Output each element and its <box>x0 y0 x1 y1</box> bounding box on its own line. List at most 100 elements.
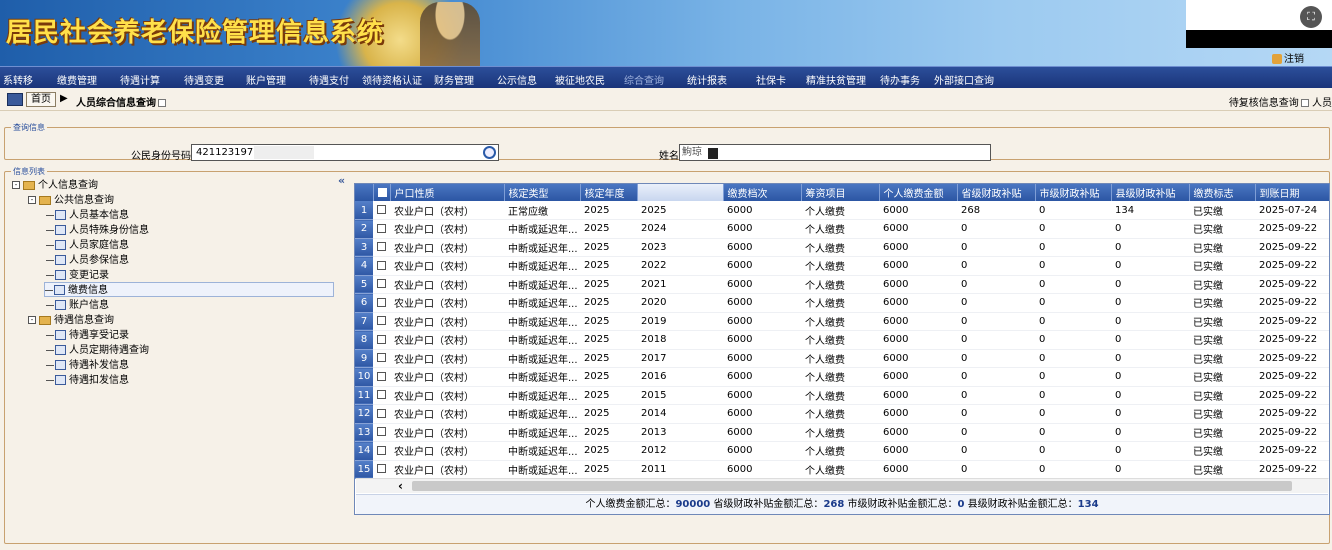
row-checkbox[interactable] <box>373 386 390 405</box>
table-row[interactable]: 1 农业户口（农村） 正常应缴 2025 2025 6000 个人缴费 6000 268 0 134… <box>355 201 1329 220</box>
tree-node-public[interactable]: - 公共信息查询 <box>28 193 114 208</box>
tree-node[interactable]: 人员基本信息 <box>46 208 129 223</box>
table-row[interactable]: 13 农业户口（农村） 中断或延迟年... 2025 2013 6000 个人缴费 6000 0… <box>355 423 1329 442</box>
column-header[interactable]: 缴费档次 <box>723 184 802 201</box>
tree-node[interactable]: 人员参保信息 <box>46 253 129 268</box>
table-row[interactable]: 11 农业户口（农村） 中断或延迟年... 2025 2015 6000 个人缴费 6000 0… <box>355 386 1329 405</box>
column-header[interactable]: 缴费标志 <box>1189 184 1256 201</box>
table-cell: 0 <box>1035 275 1111 294</box>
row-checkbox[interactable] <box>373 238 390 257</box>
home-icon[interactable] <box>7 93 23 106</box>
scrollbar-thumb[interactable] <box>412 481 1292 491</box>
dropdown-icon[interactable] <box>1300 99 1309 107</box>
column-header[interactable]: 户口性质 <box>390 184 505 201</box>
fullscreen-icon[interactable]: ⛶ <box>1300 6 1322 28</box>
table-row[interactable]: 15 农业户口（农村） 中断或延迟年... 2025 2011 6000 个人缴费 6000 0… <box>355 460 1329 479</box>
table-cell: 0 <box>1111 219 1189 239</box>
row-checkbox[interactable] <box>373 441 390 461</box>
table-cell: 6000 <box>723 441 801 461</box>
table-row[interactable]: 5 农业户口（农村） 中断或延迟年... 2025 2021 6000 个人缴费 6000 0 0… <box>355 275 1329 294</box>
column-header[interactable]: 到账日期 <box>1255 184 1329 201</box>
nav-item[interactable]: 待遇变更 <box>184 72 224 87</box>
id-input[interactable]: 421123197 <box>191 144 499 161</box>
tree-node-benefit[interactable]: - 待遇信息查询 <box>28 313 114 328</box>
column-header[interactable]: 市级财政补贴 <box>1035 184 1112 201</box>
tree-node-selected[interactable]: 缴费信息 <box>44 282 334 297</box>
table-cell: 0 <box>957 275 1035 294</box>
table-cell: 农业户口（农村） <box>390 386 504 405</box>
column-header[interactable]: 筹资项目 <box>801 184 880 201</box>
table-row[interactable]: 3 农业户口（农村） 中断或延迟年... 2025 2023 6000 个人缴费 6000 0 0… <box>355 238 1329 257</box>
table-cell: 6000 <box>723 238 801 257</box>
tree-node[interactable]: 人员定期待遇查询 <box>46 343 149 358</box>
row-checkbox[interactable] <box>373 367 390 387</box>
nav-item[interactable]: 账户管理 <box>246 72 286 87</box>
breadcrumb-right[interactable]: 待复核信息查询 人员 <box>1229 94 1332 109</box>
row-checkbox[interactable] <box>373 404 390 424</box>
tree-node[interactable]: 变更记录 <box>46 268 109 283</box>
scroll-left-icon[interactable]: ‹ <box>398 479 403 493</box>
search-icon[interactable] <box>483 146 496 159</box>
table-cell: 中断或延迟年... <box>504 423 580 442</box>
tree-node[interactable]: 待遇享受记录 <box>46 328 129 343</box>
table-cell: 2014 <box>637 404 723 424</box>
nav-item[interactable]: 统计报表 <box>687 72 727 87</box>
logout-link[interactable]: 注销 <box>1272 50 1304 65</box>
table-cell: 0 <box>1035 423 1111 442</box>
tree-node[interactable]: 待遇补发信息 <box>46 358 129 373</box>
nav-item[interactable]: 领待资格认证 <box>362 72 422 87</box>
table-row[interactable]: 2 农业户口（农村） 中断或延迟年... 2025 2024 6000 个人缴费 6000 0 0… <box>355 219 1329 239</box>
row-checkbox[interactable] <box>373 312 390 331</box>
table-cell: 正常应缴 <box>504 201 580 220</box>
nav-item[interactable]: 精准扶贫管理 <box>806 72 866 87</box>
tree-node[interactable]: 人员特殊身份信息 <box>46 223 149 238</box>
row-checkbox[interactable] <box>373 349 390 368</box>
tree-node-root[interactable]: - 个人信息查询 <box>12 178 98 193</box>
home-button[interactable]: 首页 <box>26 92 56 107</box>
row-checkbox[interactable] <box>373 275 390 294</box>
table-row[interactable]: 6 农业户口（农村） 中断或延迟年... 2025 2020 6000 个人缴费 6000 0 0… <box>355 293 1329 313</box>
nav-item[interactable]: 待办事务 <box>880 72 920 87</box>
nav-item-active[interactable]: 综合查询 <box>624 72 664 87</box>
row-checkbox[interactable] <box>373 201 390 220</box>
table-row[interactable]: 4 农业户口（农村） 中断或延迟年... 2025 2022 6000 个人缴费 6000 0 0… <box>355 256 1329 276</box>
dropdown-icon[interactable] <box>158 99 166 107</box>
row-checkbox[interactable] <box>373 219 390 239</box>
tree-node[interactable]: 人员家庭信息 <box>46 238 129 253</box>
column-header[interactable]: 县级财政补贴 <box>1111 184 1190 201</box>
select-all-checkbox[interactable] <box>373 184 391 201</box>
column-header-sorted[interactable] <box>637 184 724 201</box>
nav-item[interactable]: 待遇支付 <box>309 72 349 87</box>
nav-item[interactable]: 系转移 <box>3 72 33 87</box>
row-checkbox[interactable] <box>373 330 390 350</box>
table-cell: 6000 <box>879 441 957 461</box>
row-checkbox[interactable] <box>373 460 390 479</box>
table-row[interactable]: 9 农业户口（农村） 中断或延迟年... 2025 2017 6000 个人缴费 6000 0 0… <box>355 349 1329 368</box>
row-checkbox[interactable] <box>373 256 390 276</box>
name-input[interactable]: 鮈琼 <box>679 144 991 161</box>
table-row[interactable]: 12 农业户口（农村） 中断或延迟年... 2025 2014 6000 个人缴费 6000 0… <box>355 404 1329 424</box>
tree-node[interactable]: 账户信息 <box>46 298 109 313</box>
column-header[interactable]: 核定年度 <box>580 184 638 201</box>
horizontal-scrollbar[interactable]: ‹ <box>356 478 1328 493</box>
row-checkbox[interactable] <box>373 293 390 313</box>
nav-item[interactable]: 财务管理 <box>434 72 474 87</box>
nav-item[interactable]: 被征地农民 <box>555 72 605 87</box>
table-cell: 个人缴费 <box>801 386 879 405</box>
column-header[interactable]: 个人缴费金额 <box>879 184 958 201</box>
tree-node[interactable]: 待遇扣发信息 <box>46 373 129 388</box>
nav-item[interactable]: 缴费管理 <box>57 72 97 87</box>
nav-item[interactable]: 待遇计算 <box>120 72 160 87</box>
table-row[interactable]: 10 农业户口（农村） 中断或延迟年... 2025 2016 6000 个人缴费 6000 0… <box>355 367 1329 387</box>
nav-item[interactable]: 社保卡 <box>756 72 786 87</box>
collapse-icon[interactable]: « <box>338 174 345 187</box>
row-checkbox[interactable] <box>373 423 390 442</box>
table-cell: 已实缴 <box>1189 256 1255 276</box>
column-header[interactable]: 省级财政补贴 <box>957 184 1036 201</box>
nav-item[interactable]: 外部接口查询 <box>934 72 994 87</box>
table-row[interactable]: 14 农业户口（农村） 中断或延迟年... 2025 2012 6000 个人缴费 6000 0… <box>355 441 1329 461</box>
table-row[interactable]: 8 农业户口（农村） 中断或延迟年... 2025 2018 6000 个人缴费 6000 0 0… <box>355 330 1329 350</box>
nav-item[interactable]: 公示信息 <box>497 72 537 87</box>
table-row[interactable]: 7 农业户口（农村） 中断或延迟年... 2025 2019 6000 个人缴费 6000 0 0… <box>355 312 1329 331</box>
column-header[interactable]: 核定类型 <box>504 184 581 201</box>
